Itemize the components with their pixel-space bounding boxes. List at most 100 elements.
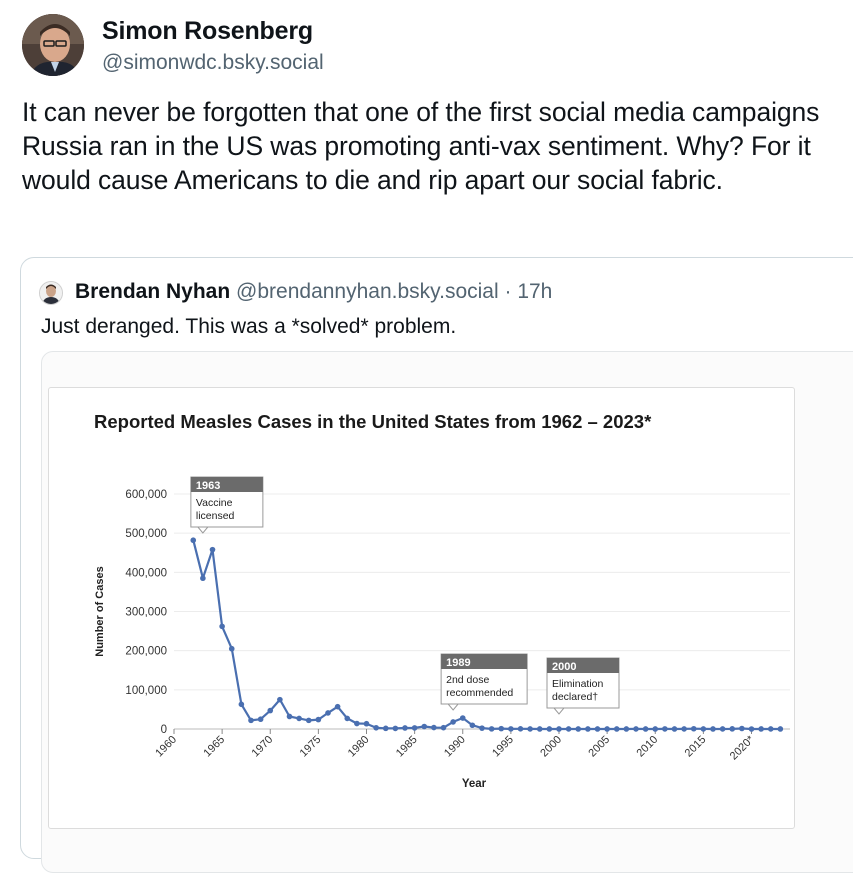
x-tick-label: 1970 [250,734,276,760]
data-point [488,726,495,732]
annotation-text: 2nd dose [446,674,489,686]
x-tick-label: 2005 [586,734,612,760]
data-point [209,546,216,553]
annotation-year: 1963 [196,480,220,492]
data-point [440,724,447,731]
quoted-post-text: Just deranged. This was a *solved* probl… [41,315,457,338]
annotation-callout-pointer [196,526,209,534]
author-name[interactable]: Simon Rosenberg [102,17,313,46]
data-point [556,726,562,732]
data-point [402,725,408,731]
data-point [527,726,533,732]
header-separator: · [504,280,512,303]
author-handle[interactable]: @simonwdc.bsky.social [102,51,324,75]
author-avatar[interactable] [22,14,84,76]
data-point [277,696,283,703]
data-point [286,713,293,720]
data-point [508,726,514,732]
data-point [700,726,707,732]
data-point [411,725,418,731]
data-point [729,726,736,732]
annotation-text: licensed [196,510,235,522]
data-point [681,726,687,732]
quoted-author-handle[interactable]: @brendannyhan.bsky.social [236,280,499,303]
data-point [325,710,331,716]
annotation-callout-pointer [447,703,460,711]
data-point [459,715,466,721]
data-point [200,575,206,582]
data-point [334,703,341,710]
measles-chart-image[interactable]: Reported Measles Cases in the United Sta… [48,387,795,829]
data-point [498,725,505,732]
y-tick-label: 500,000 [125,528,167,540]
data-point [662,726,668,732]
data-point [450,719,456,725]
data-point [431,724,437,731]
data-point [642,726,649,732]
quoted-author-avatar-image [40,282,62,304]
data-point [565,726,572,732]
quoted-author-avatar[interactable] [39,281,63,305]
quoted-author-name[interactable]: Brendan Nyhan [75,280,230,303]
quoted-post-time[interactable]: 17h [517,280,552,303]
data-point [633,726,639,732]
data-point [305,717,312,724]
y-axis-label: Number of Cases [94,566,106,656]
data-point [382,725,389,732]
data-point [710,726,716,732]
data-point [604,726,610,732]
annotation-text: Elimination [552,678,604,690]
data-point [652,726,659,732]
y-tick-label: 400,000 [125,567,167,579]
data-point [228,645,235,652]
data-point [373,724,379,731]
measles-line-chart: Reported Measles Cases in the United Sta… [94,411,790,790]
x-tick-label: 1960 [153,734,179,760]
data-point [363,720,370,727]
data-point [585,726,591,732]
data-point [238,701,245,708]
chart-title: Reported Measles Cases in the United Sta… [94,411,652,432]
x-axis-label: Year [462,778,487,790]
data-point [739,725,745,732]
x-tick-label: 1980 [346,734,372,760]
x-tick-label: 2010 [635,734,661,760]
data-point [623,726,630,732]
data-point [748,726,755,732]
data-point [296,715,302,722]
y-tick-label: 600,000 [125,489,167,501]
data-point [421,723,428,730]
data-point [248,717,254,724]
data-point [613,726,620,732]
annotation-text: Vaccine [196,497,233,509]
data-point [344,715,351,722]
x-tick-label: 1985 [394,734,420,760]
y-tick-label: 100,000 [125,685,167,697]
data-point [392,725,399,732]
annotation-text: declared† [552,691,598,703]
y-tick-label: 200,000 [125,646,167,658]
annotation-callout-pointer [552,707,566,715]
data-point [758,726,764,732]
data-point [315,716,322,723]
data-point [671,726,678,732]
data-point [594,726,601,732]
data-point [767,726,774,732]
post-text: It can never be forgotten that one of th… [22,97,820,196]
data-point [575,726,582,732]
data-point [517,726,524,732]
annotation-text: recommended [446,687,513,699]
data-point [479,725,485,731]
y-tick-label: 0 [161,724,167,736]
annotation-year: 1989 [446,657,470,669]
x-tick-label: 1975 [298,734,324,760]
data-point [257,716,264,723]
y-tick-label: 300,000 [125,607,167,619]
data-point [354,720,360,727]
x-tick-label: 2020* [728,733,757,762]
data-point [690,725,697,732]
annotation-year: 2000 [552,661,576,673]
x-tick-label: 1990 [442,734,468,760]
quoted-post-header: Brendan Nyhan @brendannyhan.bsky.social … [75,280,552,304]
data-point [777,726,784,732]
